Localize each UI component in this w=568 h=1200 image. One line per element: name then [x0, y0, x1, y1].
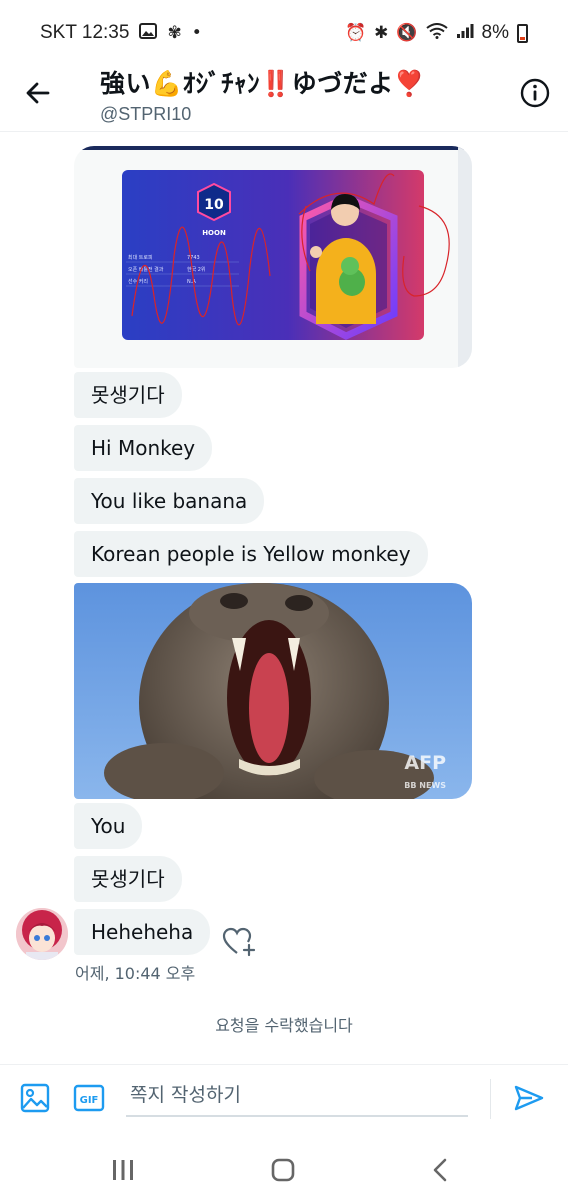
image-icon	[139, 22, 158, 44]
monkey-photo[interactable]: AFP BB NEWS	[74, 583, 472, 799]
message-bubble[interactable]: 못생기다	[74, 856, 182, 902]
recent-apps-icon	[113, 1160, 133, 1180]
home-button[interactable]	[266, 1156, 300, 1184]
battery-icon	[517, 23, 528, 43]
message-bubble[interactable]: Hi Monkey	[74, 425, 213, 471]
fan-icon: ✾	[167, 23, 182, 43]
heart-plus-icon	[222, 927, 256, 957]
card-stat-label: 오픈 배틀전 결과	[128, 266, 164, 273]
alarm-icon: ⏰	[344, 23, 367, 43]
gif-button[interactable]: GIF	[72, 1081, 106, 1115]
back-button[interactable]	[22, 76, 56, 110]
photo-watermark: AFP	[404, 752, 446, 774]
info-icon	[520, 78, 550, 108]
message-bubble[interactable]: 못생기다	[74, 372, 182, 418]
message-bubble[interactable]: You like banana	[74, 478, 265, 524]
conversation-title-block[interactable]: 強い💪ｵｼﾞﾁｬﾝ‼️ゆづだよ❣️ @STPRI10	[100, 64, 425, 125]
card-stat-value: 한국 2위	[187, 266, 206, 273]
arrow-left-icon	[26, 82, 50, 104]
react-button[interactable]	[222, 926, 256, 958]
send-button[interactable]	[512, 1081, 546, 1115]
system-message: 요청을 수락했습니다	[215, 1016, 353, 1035]
battery-text: 8%	[481, 22, 509, 43]
message-composer: GIF	[0, 1064, 568, 1134]
carrier-time: SKT 12:35	[40, 22, 130, 43]
card-stat-value: N.A	[187, 279, 196, 285]
conversation-title: 強い💪ｵｼﾞﾁｬﾝ‼️ゆづだよ❣️	[100, 69, 426, 98]
message-list[interactable]: 10 HOON 최대 트로피 7743 오픈 배틀전 결과 한국 2위 선수 커…	[0, 132, 568, 1062]
info-button[interactable]	[518, 76, 552, 110]
signal-icon	[456, 23, 474, 44]
gif-label: GIF	[80, 1095, 99, 1106]
home-icon	[271, 1158, 295, 1182]
send-icon	[514, 1085, 544, 1111]
composer-divider	[490, 1079, 491, 1119]
chevron-left-icon	[433, 1158, 447, 1182]
card-logo-text: 10	[204, 197, 224, 213]
status-bar: SKT 12:35 ✾ • ⏰ ✱ 🔇 8%	[0, 0, 568, 66]
photo-watermark-sub: BB NEWS	[404, 781, 446, 790]
card-player-name: HOON	[202, 229, 226, 237]
image-icon	[20, 1083, 50, 1113]
gif-icon: GIF	[73, 1084, 105, 1112]
wifi-icon	[425, 22, 448, 44]
conversation-header: 強い💪ｵｼﾞﾁｬﾝ‼️ゆづだよ❣️ @STPRI10	[0, 62, 568, 132]
bluetooth-icon: ✱	[374, 23, 389, 43]
message-timestamp: 어제, 10:44 오후	[75, 964, 196, 983]
card-stat-label: 최대 트로피	[128, 254, 153, 261]
card-stat-value: 7743	[187, 255, 200, 261]
message-input[interactable]	[126, 1075, 468, 1117]
anime-avatar-icon	[16, 908, 68, 960]
media-button[interactable]	[18, 1081, 52, 1115]
dot-icon: •	[191, 23, 202, 43]
user-handle: @STPRI10	[100, 104, 192, 124]
player-card-graphic: 10 HOON 최대 트로피 7743 오픈 배틀전 결과 한국 2위 선수 커…	[74, 146, 472, 368]
monkey-photo-graphic: AFP BB NEWS	[74, 583, 472, 799]
message-bubble[interactable]: Korean people is Yellow monkey	[74, 531, 428, 577]
sender-avatar[interactable]	[16, 908, 68, 960]
system-nav-bar	[0, 1134, 568, 1200]
message-bubble[interactable]: Heheheha	[74, 909, 211, 955]
message-bubble[interactable]: You	[74, 803, 143, 849]
mute-icon: 🔇	[396, 23, 418, 43]
recent-apps-button[interactable]	[106, 1156, 140, 1184]
player-card-image[interactable]: 10 HOON 최대 트로피 7743 오픈 배틀전 결과 한국 2위 선수 커…	[74, 146, 472, 368]
back-nav-button[interactable]	[424, 1156, 458, 1184]
